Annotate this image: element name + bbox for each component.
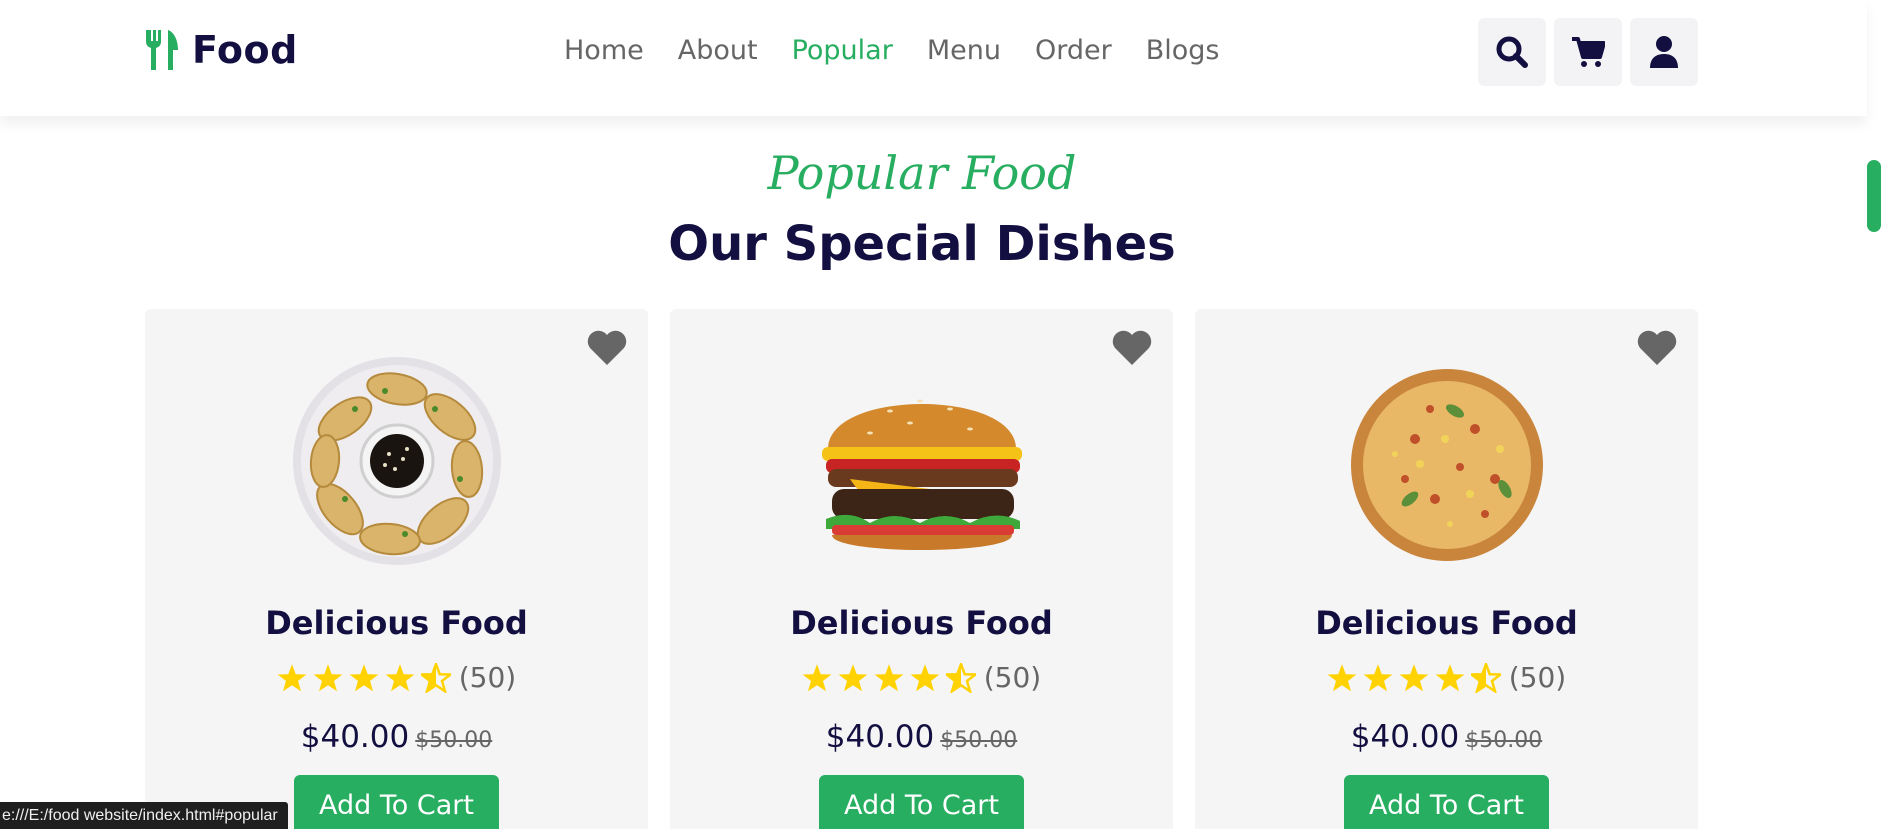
dish-name: Delicious Food: [265, 604, 528, 642]
scrollbar-thumb[interactable]: [1867, 160, 1881, 232]
star-icon: [1399, 663, 1429, 691]
user-button[interactable]: [1630, 18, 1698, 86]
price-old: $50.00: [940, 728, 1018, 753]
logo[interactable]: Food: [144, 28, 298, 72]
price-current: $40.00: [825, 719, 935, 755]
heart-icon[interactable]: [586, 329, 628, 367]
star-icon: [349, 663, 379, 691]
price-current: $40.00: [300, 719, 410, 755]
star-icon: [1435, 663, 1465, 691]
rating-count: (50): [458, 661, 517, 694]
nav-about[interactable]: About: [678, 34, 758, 68]
scrollbar-track[interactable]: [1867, 0, 1888, 829]
star-icon: [1327, 663, 1357, 691]
dish-card: Delicious Food (50) $40.00 $50.00 Add To …: [1195, 309, 1698, 829]
dish-image-burger: [822, 399, 1022, 550]
price: $40.00 $50.00: [1195, 719, 1698, 755]
star-rating: (50): [670, 661, 1173, 694]
nav-order[interactable]: Order: [1035, 34, 1112, 68]
cart-icon: [1572, 37, 1605, 67]
main-nav: Home About Popular Menu Order Blogs: [564, 34, 1253, 68]
star-rating: (50): [1195, 661, 1698, 694]
browser-status-url: e:///E:/food website/index.html#popular: [0, 802, 288, 829]
dish-image-pizza: [1351, 369, 1543, 561]
price: $40.00 $50.00: [670, 719, 1173, 755]
star-icon: [277, 663, 307, 691]
nav-blogs[interactable]: Blogs: [1146, 34, 1220, 68]
price-current: $40.00: [1350, 719, 1460, 755]
dish-card: Delicious Food (50) $40.00 $50.00 Add To …: [670, 309, 1173, 829]
utensils-icon: [145, 30, 178, 70]
dish-cards: Delicious Food (50) $40.00 $50.00 Add To …: [145, 309, 1698, 829]
star-icon: [874, 663, 904, 691]
section-subheading: Popular Food: [767, 146, 1077, 200]
star-icon: [910, 663, 940, 691]
star-icon: [313, 663, 343, 691]
logo-text: Food: [192, 28, 298, 72]
nav-home[interactable]: Home: [564, 34, 644, 68]
rating-count: (50): [1508, 661, 1567, 694]
section-heading: Our Special Dishes: [668, 216, 1176, 272]
search-icon: [1496, 36, 1528, 68]
star-half-icon: [945, 662, 976, 693]
rating-count: (50): [983, 661, 1042, 694]
add-to-cart-button[interactable]: Add To Cart: [294, 775, 499, 829]
star-half-icon: [1470, 662, 1501, 693]
heart-icon[interactable]: [1636, 329, 1678, 367]
heart-icon[interactable]: [1111, 329, 1153, 367]
user-icon: [1650, 36, 1678, 68]
add-to-cart-button[interactable]: Add To Cart: [1344, 775, 1549, 829]
star-half-icon: [420, 662, 451, 693]
price: $40.00 $50.00: [145, 719, 648, 755]
star-icon: [1363, 663, 1393, 691]
star-icon: [838, 663, 868, 691]
dish-image-dumplings: [293, 357, 501, 565]
star-icon: [385, 663, 415, 691]
nav-menu[interactable]: Menu: [927, 34, 1001, 68]
header-icons: [1478, 18, 1698, 86]
star-rating: (50): [145, 661, 648, 694]
dish-card: Delicious Food (50) $40.00 $50.00 Add To …: [145, 309, 648, 829]
price-old: $50.00: [1465, 728, 1543, 753]
dish-name: Delicious Food: [1315, 604, 1578, 642]
dish-name: Delicious Food: [790, 604, 1053, 642]
nav-popular[interactable]: Popular: [792, 34, 893, 68]
search-button[interactable]: [1478, 18, 1546, 86]
cart-button[interactable]: [1554, 18, 1622, 86]
site-header: Food Home About Popular Menu Order Blogs: [0, 0, 1867, 116]
star-icon: [802, 663, 832, 691]
price-old: $50.00: [415, 728, 493, 753]
add-to-cart-button[interactable]: Add To Cart: [819, 775, 1024, 829]
